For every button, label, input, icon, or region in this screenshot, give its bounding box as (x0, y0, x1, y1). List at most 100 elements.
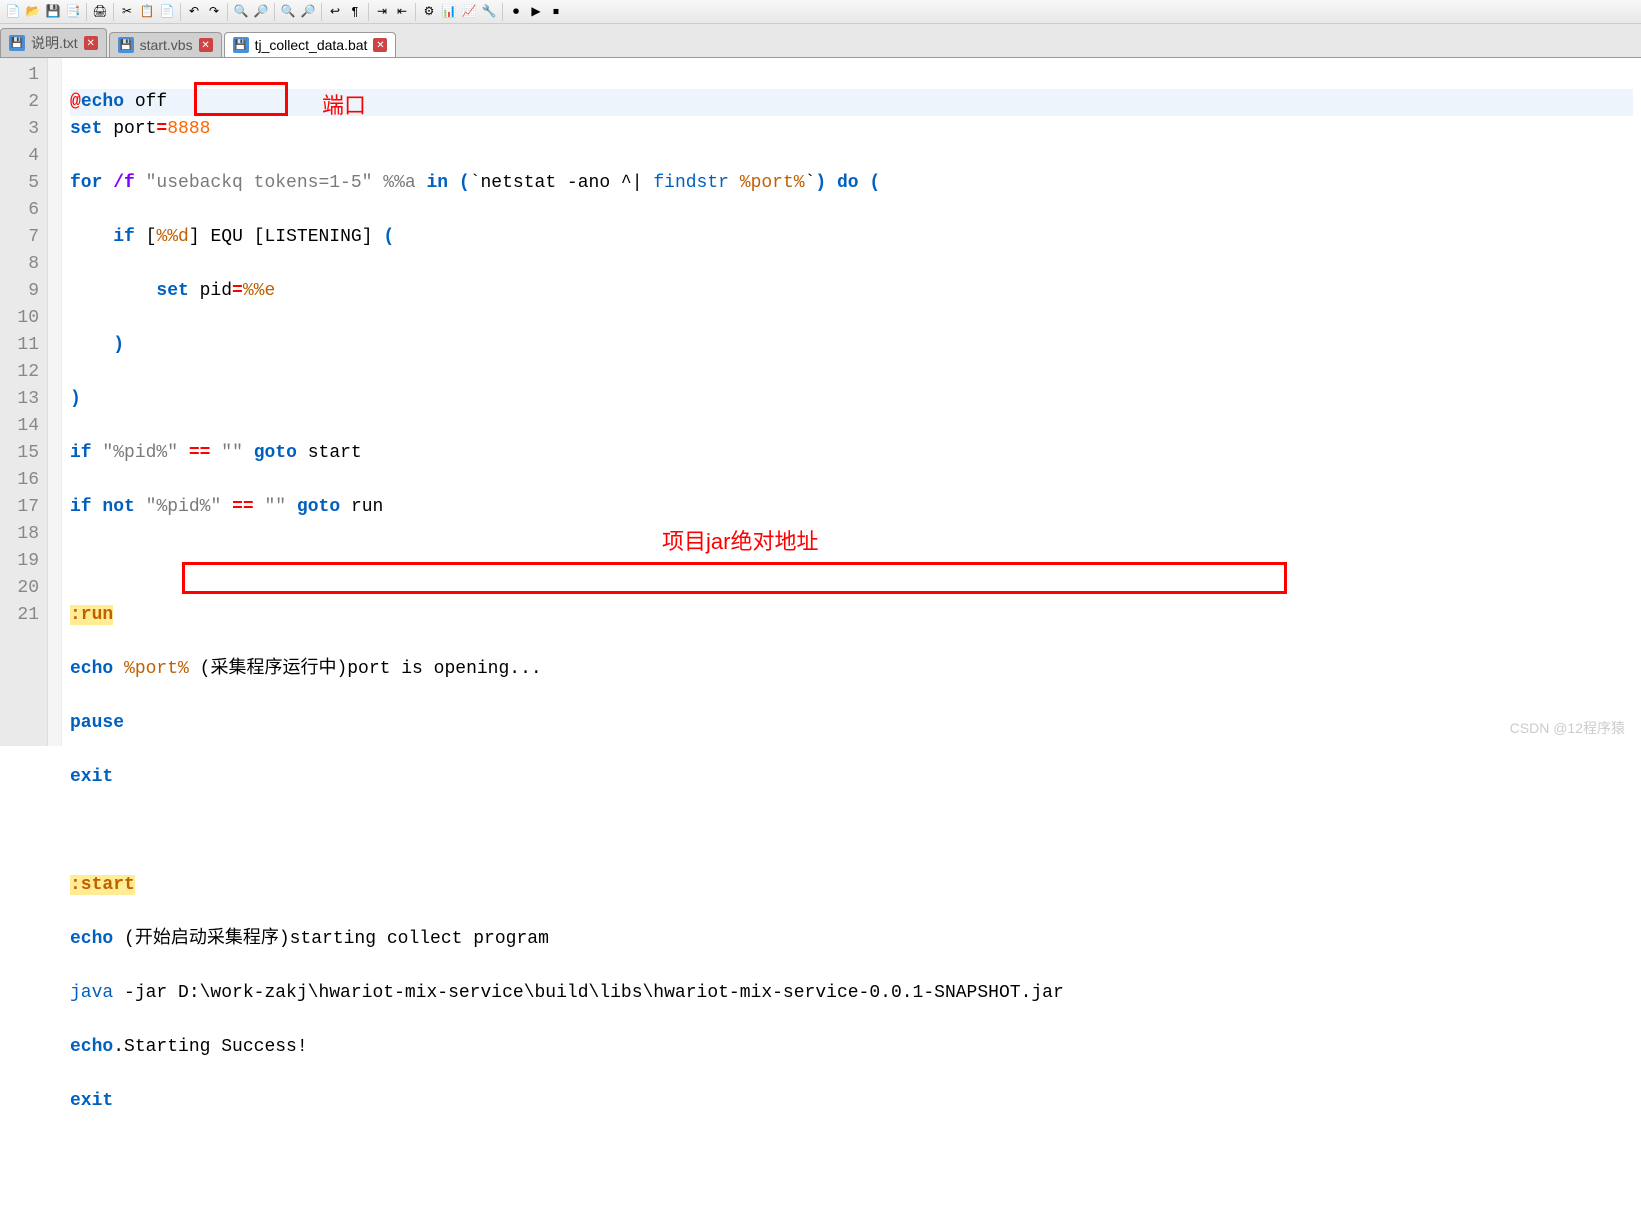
t: (开始启动采集程序)starting collect program (113, 929, 549, 949)
t: echo (70, 1037, 113, 1057)
paste-icon[interactable]: 📄 (158, 3, 176, 21)
t (113, 659, 124, 679)
t: = (232, 281, 243, 301)
record-icon[interactable]: ⏺ (507, 3, 525, 21)
t: run (340, 497, 383, 517)
tool-icon[interactable]: 📈 (460, 3, 478, 21)
close-icon[interactable]: ✕ (84, 36, 98, 50)
cut-icon[interactable]: ✂ (118, 3, 136, 21)
t (70, 335, 113, 355)
t: %%d (156, 227, 188, 247)
saveall-icon[interactable]: 📑 (64, 3, 82, 21)
t: %port% (740, 173, 805, 193)
indent-icon[interactable]: ⇥ (373, 3, 391, 21)
wrap-icon[interactable]: ↩ (326, 3, 344, 21)
t: java (70, 983, 113, 1003)
t: goto (254, 443, 297, 463)
t: ( (383, 227, 394, 247)
separator (180, 3, 181, 21)
t: do (826, 173, 869, 193)
t: ] (189, 227, 200, 247)
t: not (102, 497, 134, 517)
file-icon: 💾 (118, 37, 134, 53)
showall-icon[interactable]: ¶ (346, 3, 364, 21)
t: port (102, 119, 156, 139)
main-toolbar: 📄 📂 💾 📑 🖨 ✂ 📋 📄 ↶ ↷ 🔍 🔎 🔍 🔎 ↩ ¶ ⇥ ⇤ ⚙ 📊 … (0, 0, 1641, 24)
separator (113, 3, 114, 21)
separator (502, 3, 503, 21)
t: D:\work-zakj\hwariot-mix-service\build\l… (178, 983, 1064, 1003)
find-icon[interactable]: 🔍 (232, 3, 250, 21)
line-num: 12 (4, 359, 39, 386)
t (254, 497, 265, 517)
t (221, 497, 232, 517)
tab-bar: 💾 说明.txt ✕ 💾 start.vbs ✕ 💾 tj_collect_da… (0, 24, 1641, 58)
t: EQU (200, 227, 254, 247)
code-area[interactable]: @echo off set port=8888 for /f "usebackq… (62, 58, 1641, 746)
play-icon[interactable]: ▶ (527, 3, 545, 21)
t: "" (265, 497, 287, 517)
t (135, 497, 146, 517)
t: [ (146, 227, 157, 247)
line-num: 18 (4, 521, 39, 548)
t: %port% (124, 659, 189, 679)
t: /f (102, 173, 145, 193)
line-num: 7 (4, 224, 39, 251)
t: echo (70, 929, 113, 949)
annotation-text-port: 端口 (322, 88, 366, 120)
open-icon[interactable]: 📂 (24, 3, 42, 21)
line-num: 20 (4, 575, 39, 602)
file-icon: 💾 (233, 37, 249, 53)
line-num: 1 (4, 62, 39, 89)
tab-file-3[interactable]: 💾 tj_collect_data.bat ✕ (224, 32, 397, 57)
t: "%pid%" (146, 497, 222, 517)
line-num: 16 (4, 467, 39, 494)
t: = (156, 119, 167, 139)
t: %%e (243, 281, 275, 301)
fold-margin (48, 58, 62, 746)
tool-icon[interactable]: 🔧 (480, 3, 498, 21)
t: ) (815, 173, 826, 193)
t: in (426, 173, 448, 193)
t (243, 443, 254, 463)
outdent-icon[interactable]: ⇤ (393, 3, 411, 21)
separator (415, 3, 416, 21)
save-icon[interactable]: 💾 (44, 3, 62, 21)
stop-icon[interactable]: ⏹ (547, 3, 565, 21)
t: findstr (653, 173, 739, 193)
t (135, 227, 146, 247)
t: [ (254, 227, 265, 247)
t: %%a (372, 173, 426, 193)
zoom-in-icon[interactable]: 🔍 (279, 3, 297, 21)
line-num: 10 (4, 305, 39, 332)
tab-file-1[interactable]: 💾 说明.txt ✕ (0, 28, 107, 57)
t: :run (70, 605, 113, 625)
line-num: 6 (4, 197, 39, 224)
replace-icon[interactable]: 🔎 (252, 3, 270, 21)
t: start (297, 443, 362, 463)
t: (采集程序运行中)port is opening... (189, 659, 542, 679)
t: == (189, 443, 211, 463)
undo-icon[interactable]: ↶ (185, 3, 203, 21)
print-icon[interactable]: 🖨 (91, 3, 109, 21)
t: pid (189, 281, 232, 301)
tool-icon[interactable]: ⚙ (420, 3, 438, 21)
tab-file-2[interactable]: 💾 start.vbs ✕ (109, 32, 222, 57)
new-icon[interactable]: 📄 (4, 3, 22, 21)
close-icon[interactable]: ✕ (373, 38, 387, 52)
t: ( (448, 173, 470, 193)
tool-icon[interactable]: 📊 (440, 3, 458, 21)
copy-icon[interactable]: 📋 (138, 3, 156, 21)
t: == (232, 497, 254, 517)
redo-icon[interactable]: ↷ (205, 3, 223, 21)
close-icon[interactable]: ✕ (199, 38, 213, 52)
watermark: CSDN @12程序猿 (1510, 718, 1625, 738)
zoom-out-icon[interactable]: 🔎 (299, 3, 317, 21)
t: if (70, 497, 92, 517)
t: if (70, 443, 92, 463)
t: ` (805, 173, 816, 193)
tab-label: start.vbs (140, 37, 193, 53)
t: for (70, 173, 102, 193)
t: 8888 (167, 119, 210, 139)
separator (321, 3, 322, 21)
